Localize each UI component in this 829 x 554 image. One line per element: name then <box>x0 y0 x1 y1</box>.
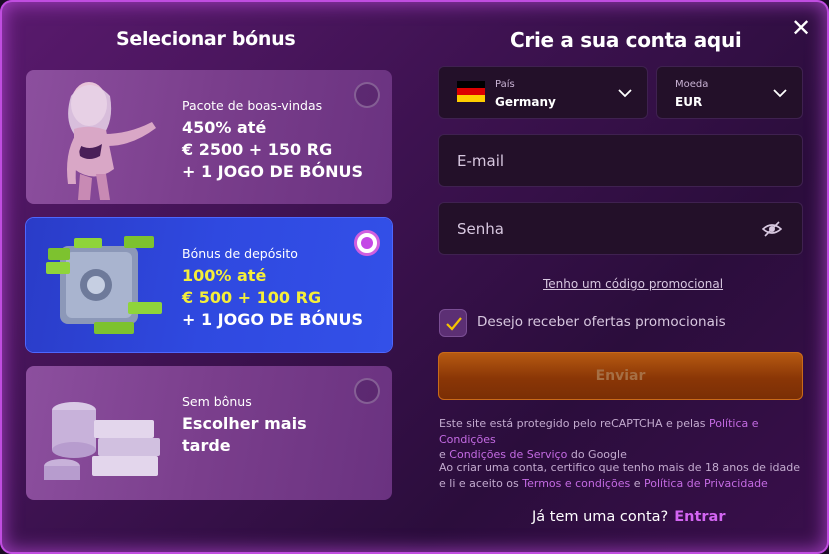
hostess-illustration-icon <box>67 82 156 200</box>
login-prompt-text: Já tem uma conta? <box>532 509 669 525</box>
bonus-line: 100% até <box>182 266 267 285</box>
bonus-card-none[interactable]: Sem bônus Escolher mais tarde <box>26 366 392 500</box>
currency-value: EUR <box>675 95 703 109</box>
chevron-down-icon <box>773 89 787 98</box>
country-select[interactable]: País Germany <box>438 66 648 119</box>
password-field[interactable]: Senha <box>438 202 803 255</box>
login-link[interactable]: Entrar <box>674 509 725 525</box>
chips-and-cash-icon <box>44 402 160 480</box>
bonus-line: tarde <box>182 436 231 455</box>
registration-modal: ✕ Selecionar bónus Crie a sua conta aqui… <box>0 0 829 554</box>
bonus-label: Bónus de depósito <box>182 246 298 261</box>
close-icon[interactable]: ✕ <box>789 16 813 40</box>
currency-select[interactable]: Moeda EUR <box>656 66 803 119</box>
country-label: País <box>495 79 515 90</box>
bonus-line: + 1 JOGO DE BÓNUS <box>182 310 364 329</box>
bonus-line: € 500 + 100 RG <box>182 288 322 307</box>
register-title: Crie a sua conta aqui <box>510 28 742 52</box>
bonus-label: Sem bônus <box>182 394 252 409</box>
privacy-policy-link[interactable]: Política de Privacidade <box>644 477 768 490</box>
country-value: Germany <box>495 95 556 109</box>
email-field[interactable]: E-mail <box>438 134 803 187</box>
and-text: e <box>633 476 641 490</box>
login-prompt: Já tem uma conta? Entrar <box>532 509 725 525</box>
recaptcha-notice: Este site está protegido pelo reCAPTCHA … <box>439 416 809 463</box>
recaptcha-text: Este site está protegido pelo reCAPTCHA … <box>439 417 706 430</box>
bonus-line: € 2500 + 150 RG <box>182 140 333 159</box>
terms-conditions-link[interactable]: Termos e condições <box>522 477 630 490</box>
safe-with-cash-icon <box>46 236 162 334</box>
age-notice: Ao criar uma conta, certifico que tenho … <box>439 460 809 491</box>
email-placeholder: E-mail <box>457 152 505 170</box>
germany-flag-icon <box>457 81 485 102</box>
bonus-label: Pacote de boas-vindas <box>182 98 323 113</box>
promo-code-link[interactable]: Tenho um código promocional <box>543 277 723 291</box>
currency-label: Moeda <box>675 79 709 90</box>
offers-label: Desejo receber ofertas promocionais <box>477 314 726 330</box>
offers-checkbox[interactable] <box>439 309 467 337</box>
eye-off-icon[interactable] <box>762 220 782 238</box>
password-placeholder: Senha <box>457 220 504 238</box>
bonus-line: + 1 JOGO DE BÓNUS <box>182 162 364 181</box>
chevron-down-icon <box>618 89 632 98</box>
bonus-line: 450% até <box>182 118 267 137</box>
bonus-card-welcome[interactable]: Pacote de boas-vindas 450% até € 2500 + … <box>26 70 392 204</box>
bonus-section-title: Selecionar bónus <box>116 28 296 50</box>
bonus-radio-none[interactable] <box>354 378 380 404</box>
bonus-line: Escolher mais <box>182 414 307 433</box>
bonus-card-deposit[interactable]: Bónus de depósito 100% até € 500 + 100 R… <box>26 218 392 352</box>
submit-button[interactable]: Enviar <box>438 352 803 400</box>
checkmark-icon <box>446 317 462 331</box>
